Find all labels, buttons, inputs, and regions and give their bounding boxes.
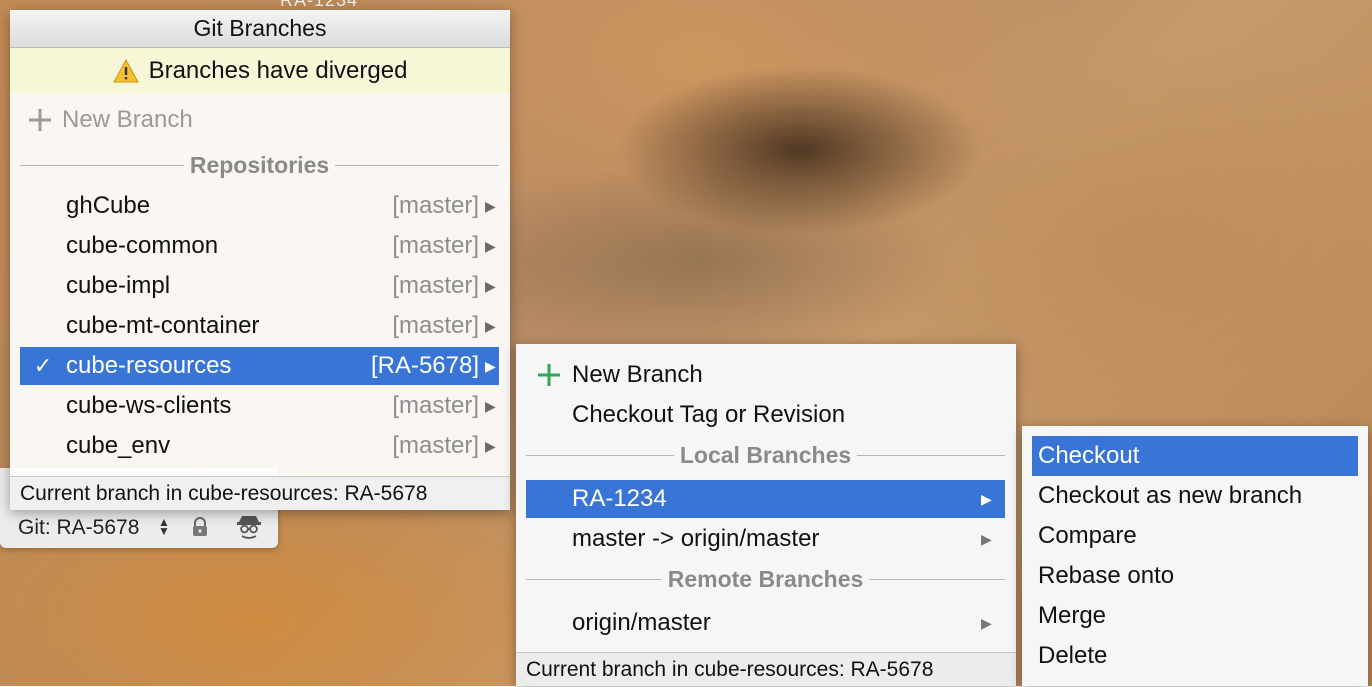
submenu-arrow-icon: ▶	[981, 530, 992, 547]
lock-icon[interactable]	[190, 516, 210, 543]
merge-action[interactable]: Merge	[1032, 596, 1358, 636]
submenu-arrow-icon: ▶	[981, 614, 992, 631]
diverged-warning: Branches have diverged	[10, 48, 510, 93]
repo-branch: [RA-5678]	[370, 352, 479, 379]
repo-name: cube-ws-clients	[66, 392, 232, 419]
delete-action[interactable]: Delete	[1032, 636, 1358, 676]
updown-arrows-icon[interactable]: ▲ ▼	[158, 516, 170, 537]
repo-row-ghcube[interactable]: ghCube [master] ▶	[20, 187, 499, 225]
local-branch-ra-1234[interactable]: RA-1234 ▶	[526, 480, 1005, 518]
repo-row-cube-mt-container[interactable]: cube-mt-container [master] ▶	[20, 307, 499, 345]
repo-name: cube-mt-container	[66, 312, 260, 339]
submenu-arrow-icon: ▶	[485, 397, 496, 414]
popup-footer-status: Current branch in cube-resources: RA-567…	[10, 476, 510, 510]
remote-branches-separator: Remote Branches	[526, 566, 1006, 593]
warning-text: Branches have diverged	[148, 56, 408, 84]
popup-title: Git Branches	[10, 10, 510, 48]
git-branch-widget[interactable]: Git: RA-5678	[18, 516, 139, 540]
new-branch-label: New Branch	[62, 106, 193, 133]
submenu-footer-status: Current branch in cube-resources: RA-567…	[516, 652, 1016, 686]
repo-row-cube-env[interactable]: cube_env [master] ▶	[20, 427, 499, 465]
branch-name: origin/master	[572, 609, 711, 636]
plus-icon	[29, 109, 51, 131]
repo-branch: [master]	[392, 392, 479, 419]
repo-row-cube-common[interactable]: cube-common [master] ▶	[20, 227, 499, 265]
submenu-arrow-icon: ▶	[485, 317, 496, 334]
repo-branch: [master]	[392, 192, 479, 219]
checkmark-icon: ✓	[33, 353, 53, 378]
git-branches-popup: Git Branches Branches have diverged New …	[10, 10, 510, 510]
remote-branches-heading: Remote Branches	[667, 566, 864, 592]
repo-branch: [master]	[392, 312, 479, 339]
repo-name: cube_env	[66, 432, 171, 459]
warning-icon	[112, 58, 139, 82]
submenu-arrow-icon: ▶	[485, 197, 496, 214]
submenu-arrow-icon: ▶	[485, 237, 496, 254]
submenu-arrow-icon: ▶	[485, 437, 496, 454]
submenu-arrow-icon: ▶	[981, 490, 992, 507]
repo-row-cube-resources[interactable]: ✓ cube-resources [RA-5678] ▶	[20, 347, 499, 385]
incognito-icon[interactable]	[236, 512, 262, 545]
repo-name: cube-common	[66, 232, 219, 259]
rebase-onto-action[interactable]: Rebase onto	[1032, 556, 1358, 596]
repositories-separator: Repositories	[20, 152, 500, 179]
local-branch-master[interactable]: master -> origin/master ▶	[526, 520, 1005, 558]
plus-icon	[538, 364, 560, 386]
repo-branch-submenu: New Branch Checkout Tag or Revision Loca…	[516, 344, 1016, 686]
repo-branch: [master]	[392, 272, 479, 299]
new-branch-label: New Branch	[572, 361, 703, 388]
checkout-new-branch-action[interactable]: Checkout as new branch	[1032, 476, 1358, 516]
repo-row-cube-impl[interactable]: cube-impl [master] ▶	[20, 267, 499, 305]
compare-action[interactable]: Compare	[1032, 516, 1358, 556]
new-branch-item[interactable]: New Branch	[526, 356, 1005, 394]
repo-name: cube-impl	[66, 272, 171, 299]
remote-branch-origin-master[interactable]: origin/master ▶	[526, 604, 1005, 642]
checkout-tag-item[interactable]: Checkout Tag or Revision	[526, 396, 1005, 434]
checkout-tag-label: Checkout Tag or Revision	[572, 401, 846, 428]
repo-row-cube-ws-clients[interactable]: cube-ws-clients [master] ▶	[20, 387, 499, 425]
submenu-arrow-icon: ▶	[485, 357, 496, 374]
branch-name: RA-1234	[572, 485, 667, 512]
local-branches-separator: Local Branches	[526, 442, 1006, 469]
branch-name: master -> origin/master	[572, 525, 820, 552]
branch-actions-menu: Checkout Checkout as new branch Compare …	[1022, 426, 1368, 686]
repo-branch: [master]	[392, 232, 479, 259]
submenu-arrow-icon: ▶	[485, 277, 496, 294]
repo-branch: [master]	[392, 432, 479, 459]
repositories-heading: Repositories	[189, 152, 330, 178]
checkout-action[interactable]: Checkout	[1032, 436, 1358, 476]
repo-name: cube-resources	[66, 352, 232, 379]
local-branches-heading: Local Branches	[679, 442, 852, 468]
repo-name: ghCube	[66, 192, 151, 219]
new-branch-item-disabled: New Branch	[28, 106, 193, 134]
